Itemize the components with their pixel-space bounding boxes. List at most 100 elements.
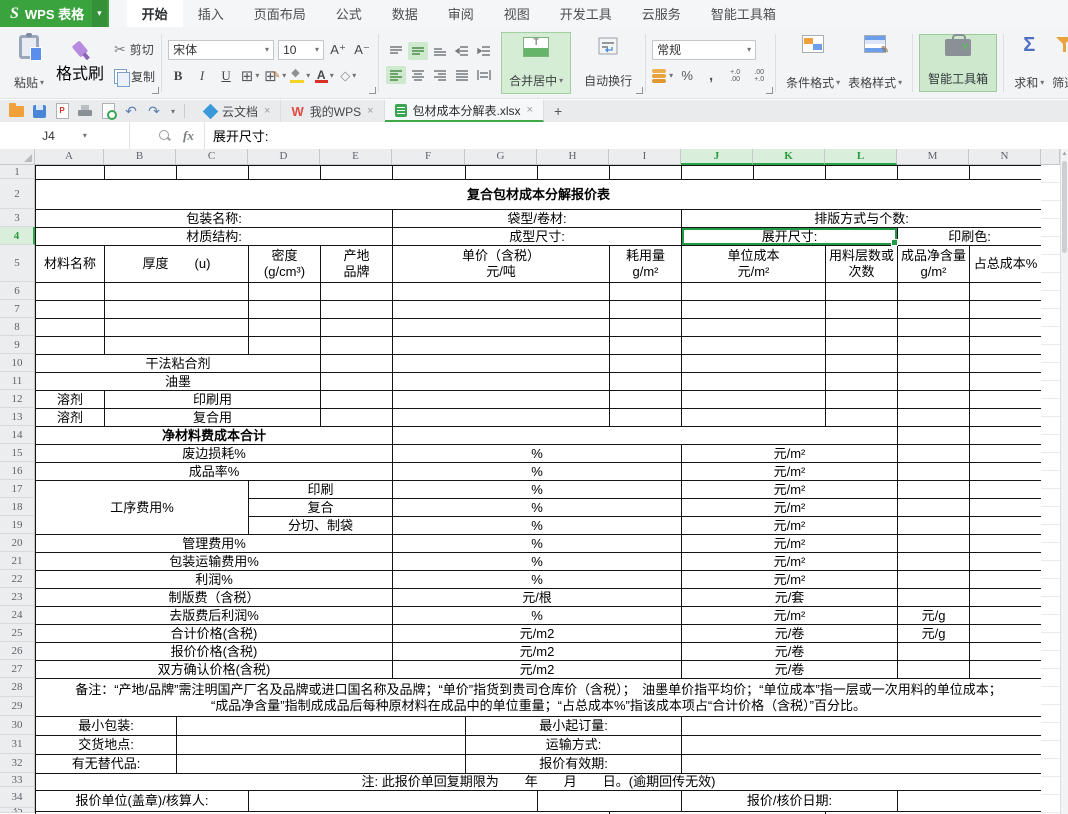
row-header-10[interactable]: 10 xyxy=(0,354,35,372)
cell-I10[interactable] xyxy=(610,355,682,373)
row-header-32[interactable]: 32 xyxy=(0,754,35,773)
cell-M12[interactable] xyxy=(898,391,970,409)
cell-J31[interactable] xyxy=(682,736,1042,755)
sum-button[interactable]: Σ 求和▾ xyxy=(1010,33,1048,93)
align-left-button[interactable] xyxy=(386,66,406,84)
decrease-font-button[interactable]: A⁻ xyxy=(352,40,372,60)
doc-tab-my-wps[interactable]: W 我的WPS × xyxy=(281,100,384,122)
cell-A27[interactable]: 双方确认价格(含税) xyxy=(36,661,393,679)
cell-G1[interactable] xyxy=(466,166,538,180)
search-icon[interactable] xyxy=(158,129,171,142)
cell-B9[interactable] xyxy=(105,337,249,355)
cell-A14[interactable]: 净材料费成本合计 xyxy=(36,427,393,445)
cell-M18[interactable] xyxy=(898,499,970,517)
cell-J8[interactable] xyxy=(682,319,826,337)
clipboard-group-expander-icon[interactable] xyxy=(152,87,159,94)
cell-L5[interactable]: 用料层数或 次数 xyxy=(826,246,898,283)
cell-A6[interactable] xyxy=(36,283,105,301)
cell-J26[interactable]: 元/卷 xyxy=(682,643,898,661)
cell-J21[interactable]: 元/m² xyxy=(682,553,898,571)
cell-A23[interactable]: 制版费（含税） xyxy=(36,589,393,607)
cell-I12[interactable] xyxy=(610,391,682,409)
smart-toolbox-button[interactable]: 智能工具箱 xyxy=(919,34,997,92)
cell-J10[interactable] xyxy=(682,355,826,373)
cell-F21[interactable]: % xyxy=(393,553,682,571)
cell-M27[interactable] xyxy=(898,661,970,679)
cell-E1[interactable] xyxy=(321,166,393,180)
cell-A11[interactable]: 油墨 xyxy=(36,373,321,391)
cell-D1[interactable] xyxy=(249,166,321,180)
cell-F26[interactable]: 元/m2 xyxy=(393,643,682,661)
format-painter-button[interactable]: 格式刷 xyxy=(56,42,104,84)
close-icon[interactable]: × xyxy=(264,105,270,117)
cell-F6[interactable] xyxy=(393,283,610,301)
row-header-34[interactable]: 34 xyxy=(0,787,35,808)
row-header-25[interactable]: 25 xyxy=(0,624,35,642)
cell-F20[interactable]: % xyxy=(393,535,682,553)
cell-A34[interactable]: 报价单位(盖章)/核算人: xyxy=(36,791,249,812)
cell-N25[interactable] xyxy=(970,625,1042,643)
cell-M26[interactable] xyxy=(898,643,970,661)
row-header-30[interactable]: 30 xyxy=(0,716,35,735)
currency-button[interactable]: ▾ xyxy=(652,66,673,86)
cell-J34[interactable]: 报价/核价日期: xyxy=(682,791,898,812)
cell-D6[interactable] xyxy=(249,283,321,301)
row-header-11[interactable]: 11 xyxy=(0,372,35,390)
cell-J27[interactable]: 元/卷 xyxy=(682,661,898,679)
cell-B5[interactable]: 厚度 (u) xyxy=(105,246,249,283)
cell-J17[interactable]: 元/m² xyxy=(682,481,898,499)
copy-button[interactable]: 复制 xyxy=(114,68,155,85)
cell-M5[interactable]: 成品净含量 g/m² xyxy=(898,246,970,283)
row-header-17[interactable]: 17 xyxy=(0,480,35,498)
align-middle-button[interactable] xyxy=(408,42,428,60)
row-header-13[interactable]: 13 xyxy=(0,408,35,426)
cell-J3[interactable]: 排版方式与个数: xyxy=(682,210,1042,228)
cell-J16[interactable]: 元/m² xyxy=(682,463,898,481)
name-box[interactable]: J4 ▾ xyxy=(0,122,130,149)
cell-N11[interactable] xyxy=(970,373,1042,391)
menu-tab-formulas[interactable]: 公式 xyxy=(321,0,377,27)
cell-L8[interactable] xyxy=(826,319,898,337)
menu-tab-dev-tools[interactable]: 开发工具 xyxy=(545,0,627,27)
cell-D18[interactable]: 复合 xyxy=(249,499,393,517)
cell-K1[interactable] xyxy=(754,166,826,180)
row-header-4[interactable]: 4 xyxy=(0,227,35,245)
cell-I13[interactable] xyxy=(610,409,682,427)
col-header-A[interactable]: A xyxy=(35,149,104,165)
cell-A26[interactable]: 报价价格(含税) xyxy=(36,643,393,661)
row-header-19[interactable]: 19 xyxy=(0,516,35,534)
cell-M7[interactable] xyxy=(898,301,970,319)
cell-N6[interactable] xyxy=(970,283,1042,301)
cell-J19[interactable]: 元/m² xyxy=(682,517,898,535)
cell-F9[interactable] xyxy=(393,337,610,355)
cut-button[interactable]: ✂剪切 xyxy=(114,41,155,58)
cell-G31[interactable]: 运输方式: xyxy=(466,736,682,755)
cell-G30[interactable]: 最小起订量: xyxy=(466,717,682,736)
cell-G32[interactable]: 报价有效期: xyxy=(466,755,682,774)
cell-F22[interactable]: % xyxy=(393,571,682,589)
cell-N7[interactable] xyxy=(970,301,1042,319)
col-header-M[interactable]: M xyxy=(897,149,969,165)
cell-N13[interactable] xyxy=(970,409,1042,427)
cell-N24[interactable] xyxy=(970,607,1042,625)
cell-A15[interactable]: 废边损耗% xyxy=(36,445,393,463)
col-header-J[interactable]: J xyxy=(681,149,753,165)
col-header-F[interactable]: F xyxy=(392,149,465,165)
row-header-6[interactable]: 6 xyxy=(0,282,35,300)
cell-A9[interactable] xyxy=(36,337,105,355)
increase-font-button[interactable]: A⁺ xyxy=(328,40,348,60)
insert-function-button[interactable]: fx xyxy=(183,128,194,144)
cell-E13[interactable] xyxy=(321,409,393,427)
row-header-29[interactable]: 29 xyxy=(0,697,35,716)
cell-F15[interactable]: % xyxy=(393,445,682,463)
doc-tab-cloud-docs[interactable]: 云文档 × xyxy=(195,100,281,122)
menu-tab-page-layout[interactable]: 页面布局 xyxy=(239,0,321,27)
table-style-button[interactable]: ✎ 表格样式▾ xyxy=(844,33,906,93)
conditional-format-button[interactable]: 条件格式▾ xyxy=(782,33,844,93)
cell-L6[interactable] xyxy=(826,283,898,301)
cell-N16[interactable] xyxy=(970,463,1042,481)
menu-tab-insert[interactable]: 插入 xyxy=(183,0,239,27)
formula-input[interactable]: 展开尺寸: xyxy=(213,126,269,145)
increase-indent-button[interactable] xyxy=(474,42,494,60)
col-header-D[interactable]: D xyxy=(248,149,320,165)
